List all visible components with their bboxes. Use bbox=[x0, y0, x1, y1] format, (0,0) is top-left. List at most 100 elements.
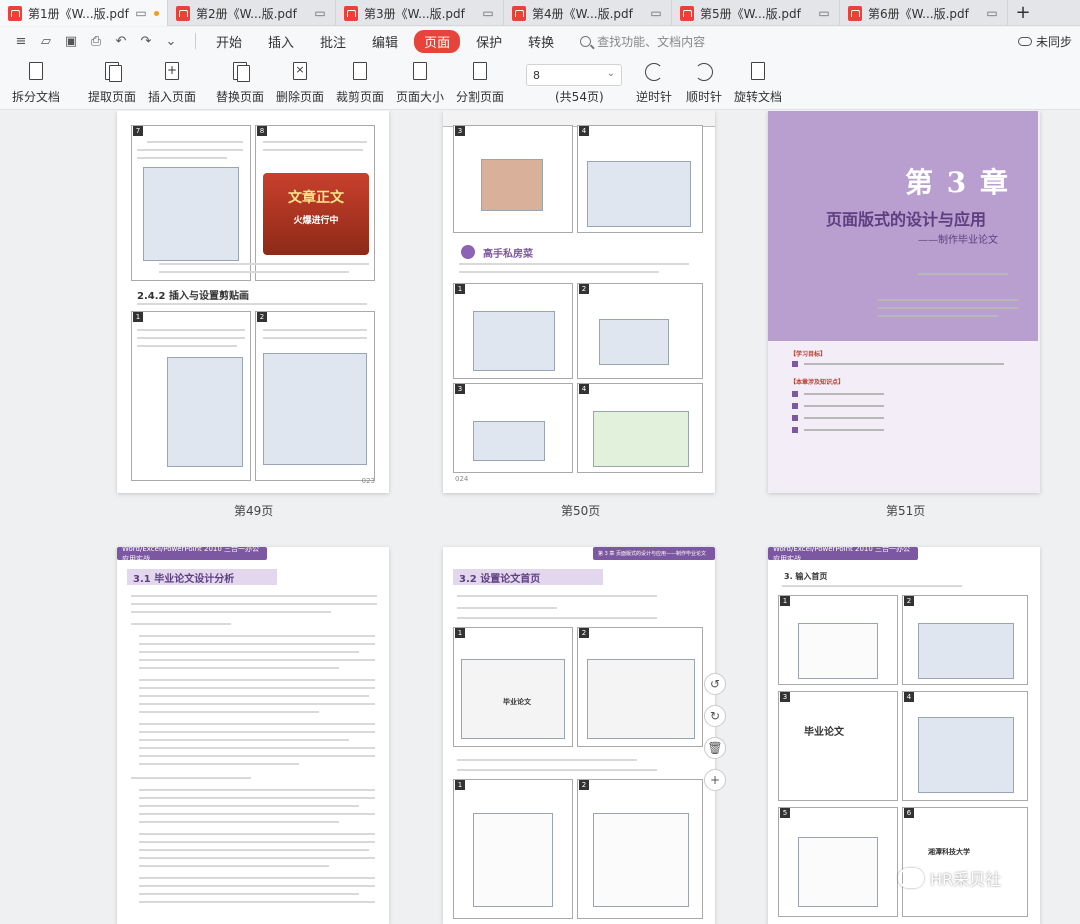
screenshot-image bbox=[593, 411, 689, 467]
chevron-down-icon[interactable]: ⌄ bbox=[160, 31, 182, 51]
tab-document-3[interactable]: 第3册《W...版.pdf ▭ bbox=[336, 0, 504, 26]
menu-icon[interactable]: ≡ bbox=[10, 31, 32, 51]
text-line bbox=[139, 789, 375, 791]
rotate-ccw-button[interactable]: 逆时针 bbox=[636, 61, 672, 105]
chapter-number: 第 3 章 bbox=[905, 166, 1010, 199]
pdf-icon bbox=[8, 5, 22, 21]
text-line bbox=[139, 703, 375, 705]
menu-insert[interactable]: 插入 bbox=[258, 30, 304, 53]
text-line bbox=[139, 893, 359, 895]
tab-document-2[interactable]: 第2册《W...版.pdf ▭ bbox=[168, 0, 336, 26]
insert-page-icon: + bbox=[161, 61, 183, 83]
cover-text: 毕业论文 bbox=[503, 698, 531, 706]
rotate-ccw-icon[interactable]: ↺ bbox=[704, 673, 726, 695]
sync-status[interactable]: 未同步 bbox=[1017, 33, 1072, 50]
chevron-down-icon[interactable]: ⌄ bbox=[607, 68, 615, 79]
rotate-cw-label: 顺时针 bbox=[686, 90, 723, 104]
tab-document-1[interactable]: 第1册《W...版.pdf ▭ bbox=[0, 0, 168, 26]
text-line bbox=[139, 885, 375, 887]
menu-protect[interactable]: 保护 bbox=[466, 30, 512, 53]
rotate-cw-icon[interactable]: ↻ bbox=[704, 705, 726, 727]
step-number: 2 bbox=[257, 312, 267, 322]
tab-label: 第3册《W...版.pdf bbox=[364, 6, 465, 21]
watermark-text: HR采贝社 bbox=[930, 870, 1002, 889]
page-count: (共54页) bbox=[555, 90, 604, 104]
tab-preview-icon[interactable]: ▭ bbox=[649, 6, 663, 20]
extract-page-button[interactable]: 提取页面 bbox=[88, 61, 136, 105]
step-box bbox=[778, 691, 898, 801]
screenshot-image bbox=[263, 353, 367, 465]
page-thumbnail-view[interactable]: 7 8 文章正文 火爆进行中 2.4.2 插入与设置剪贴画 1 2 023 第4… bbox=[0, 111, 1080, 924]
trash-icon[interactable]: 🗑 bbox=[704, 737, 726, 759]
tab-preview-icon[interactable]: ▭ bbox=[817, 6, 831, 20]
step-box bbox=[902, 807, 1028, 917]
tab-document-5[interactable]: 第5册《W...版.pdf ▭ bbox=[672, 0, 840, 26]
split-page-button[interactable]: 分割页面 bbox=[456, 61, 504, 105]
page-toolbar: 拆分文档 提取页面 + 插入页面 替换页面 × 删除页面 裁剪页面 页面大小 分… bbox=[0, 55, 1080, 110]
menu-edit[interactable]: 编辑 bbox=[362, 30, 408, 53]
step-number: 3 bbox=[455, 126, 465, 136]
text-line bbox=[457, 595, 657, 597]
school-name: 湘潭科技大学 bbox=[928, 848, 970, 856]
redo-icon[interactable]: ↷ bbox=[135, 31, 157, 51]
menu-page[interactable]: 页面 bbox=[414, 29, 461, 53]
split-document-button[interactable]: 拆分文档 bbox=[12, 61, 60, 105]
crop-page-button[interactable]: 裁剪页面 bbox=[336, 61, 384, 105]
text-line bbox=[139, 695, 369, 697]
text-line bbox=[139, 643, 375, 645]
page-thumbnail-52[interactable]: Word/Excel/PowerPoint 2010 三合一办公应用实战 3.1… bbox=[117, 547, 389, 924]
new-tab-button[interactable]: + bbox=[1008, 0, 1038, 25]
tab-document-6[interactable]: 第6册《W...版.pdf ▭ bbox=[840, 0, 1008, 26]
step-number: 1 bbox=[780, 596, 790, 606]
add-page-icon[interactable]: + bbox=[704, 769, 726, 791]
replace-page-button[interactable]: 替换页面 bbox=[216, 61, 264, 105]
tab-label: 第1册《W...版.pdf bbox=[28, 6, 129, 21]
page-thumbnail-51[interactable]: 第 3 章 页面版式的设计与应用 ——制作毕业论文 【学习目标】 【本章涉及知识… bbox=[768, 111, 1040, 493]
search-placeholder: 查找功能、文档内容 bbox=[597, 34, 706, 49]
rotate-document-button[interactable]: 旋转文档 bbox=[734, 61, 782, 105]
text-line bbox=[457, 617, 657, 619]
tab-preview-icon[interactable]: ▭ bbox=[985, 6, 999, 20]
tab-preview-icon[interactable]: ▭ bbox=[481, 6, 495, 20]
banner-subtext: 火爆进行中 bbox=[293, 216, 339, 226]
page-thumbnail-53[interactable]: 第 3 章 页面版式的设计与应用——制作毕业论文 3.2 设置论文首页 1 2 … bbox=[443, 547, 715, 924]
tab-preview-icon[interactable]: ▭ bbox=[313, 6, 327, 20]
chapter-title: 页面版式的设计与应用 bbox=[826, 210, 987, 229]
page-thumbnail-50[interactable]: 3 4 高手私房菜 1 2 3 4 024 bbox=[443, 111, 715, 493]
text-line bbox=[139, 813, 375, 815]
page-footer: 023 bbox=[361, 477, 375, 485]
page-thumbnail-49[interactable]: 7 8 文章正文 火爆进行中 2.4.2 插入与设置剪贴画 1 2 023 bbox=[117, 111, 389, 493]
split-page-label: 分割页面 bbox=[456, 90, 505, 104]
cloud-icon bbox=[1017, 37, 1032, 46]
learning-goals-heading: 【学习目标】 bbox=[790, 351, 827, 358]
print-icon[interactable]: ⎙ bbox=[85, 31, 107, 51]
search-box[interactable]: 查找功能、文档内容 bbox=[580, 33, 705, 50]
text-line bbox=[459, 263, 689, 265]
page-number-input[interactable]: 8 ⌄ bbox=[526, 64, 622, 86]
split-page-icon bbox=[469, 61, 491, 83]
tab-document-4[interactable]: 第4册《W...版.pdf ▭ bbox=[504, 0, 672, 26]
open-folder-icon[interactable]: ▱ bbox=[35, 31, 57, 51]
text-line bbox=[804, 429, 884, 431]
text-line bbox=[878, 315, 998, 317]
divider bbox=[195, 33, 196, 49]
rotate-cw-button[interactable]: 顺时针 bbox=[686, 61, 722, 105]
step-number: 4 bbox=[579, 384, 589, 394]
text-line bbox=[139, 651, 359, 653]
menu-comment[interactable]: 批注 bbox=[310, 30, 356, 53]
tab-bar: 第1册《W...版.pdf ▭ 第2册《W...版.pdf ▭ 第3册《W...… bbox=[0, 0, 1080, 26]
save-icon[interactable]: ▣ bbox=[60, 31, 82, 51]
insert-page-button[interactable]: + 插入页面 bbox=[148, 61, 196, 105]
section-title: 2.4.2 插入与设置剪贴画 bbox=[137, 291, 249, 302]
undo-icon[interactable]: ↶ bbox=[110, 31, 132, 51]
text-line bbox=[139, 755, 375, 757]
screenshot-image bbox=[798, 837, 878, 907]
menu-convert[interactable]: 转换 bbox=[518, 30, 564, 53]
tab-preview-icon[interactable]: ▭ bbox=[134, 6, 148, 20]
text-line bbox=[139, 635, 375, 637]
delete-page-button[interactable]: × 删除页面 bbox=[276, 61, 324, 105]
page-size-button[interactable]: 页面大小 bbox=[396, 61, 444, 105]
text-line bbox=[139, 763, 299, 765]
menu-home[interactable]: 开始 bbox=[206, 30, 252, 53]
text-line bbox=[804, 363, 1004, 365]
